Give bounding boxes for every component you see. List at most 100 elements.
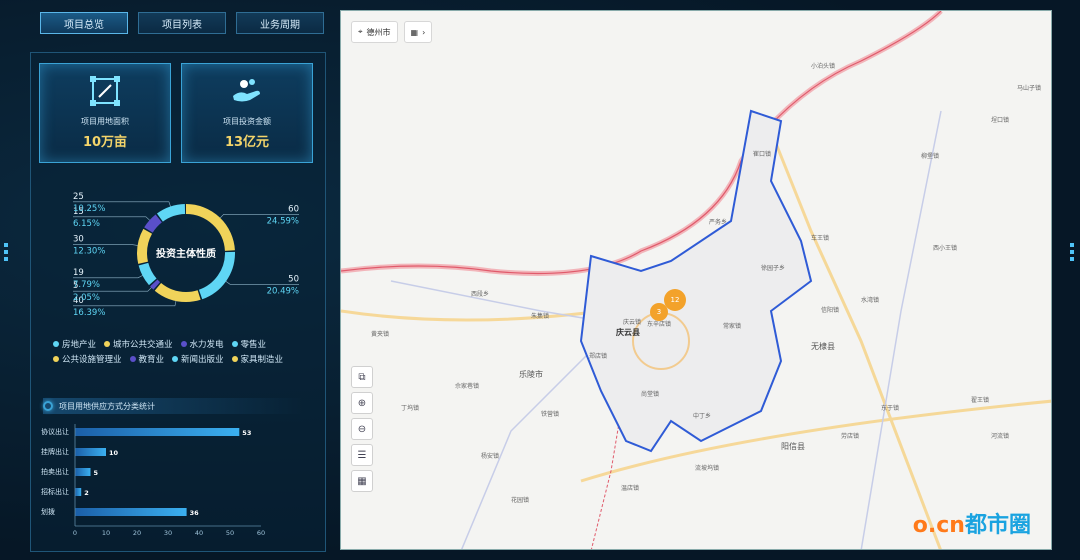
legend-item[interactable]: 城市公共交通业 [104, 338, 173, 350]
bar-value-label: 10 [109, 449, 119, 457]
grid-menu-button[interactable]: ▦ › [403, 21, 433, 43]
legend-item[interactable]: 房地产业 [53, 338, 96, 350]
legend-item[interactable]: 公共设施管理业 [53, 353, 122, 365]
bar-section-title: 项目用地供应方式分类统计 [43, 398, 303, 414]
donut-percent-label: 2.05% [73, 293, 100, 303]
legend-label: 新闻出版业 [181, 355, 224, 365]
tab-business-cycle[interactable]: 业务周期 [236, 12, 324, 34]
legend-label: 房地产业 [62, 340, 97, 350]
right-edge-decoration [1070, 240, 1076, 264]
donut-percent-label: 20.49% [267, 286, 299, 296]
grid-view-button[interactable]: ▦ [351, 470, 373, 492]
legend-dot-icon [172, 356, 179, 362]
list-button[interactable]: ☰ [351, 444, 373, 466]
bar[interactable] [75, 508, 187, 516]
bar[interactable] [75, 448, 106, 456]
bar-value-label: 36 [190, 509, 200, 517]
bar-value-label: 5 [94, 469, 99, 477]
legend-label: 家具制造业 [240, 355, 284, 365]
donut-value-label: 25 [73, 192, 84, 202]
bar-category-label: 协议出让 [41, 427, 69, 436]
map-cluster-marker[interactable]: 3 [650, 303, 668, 321]
map-place-label: 尚堂镇 [641, 391, 660, 398]
tab-project-overview[interactable]: 项目总览 [40, 12, 128, 34]
top-tabs: 项目总览 项目列表 业务周期 [40, 12, 324, 34]
donut-value-label: 50 [288, 274, 299, 284]
map-layer-button[interactable]: ⧉ [351, 366, 373, 388]
brand-logo-part1: o.cn [912, 513, 965, 538]
stat-card-investment: 项目投资金额 13亿元 [181, 63, 313, 163]
legend-dot-icon [53, 341, 59, 347]
bar[interactable] [75, 428, 240, 436]
donut-center-title: 投资主体性质 [156, 247, 216, 260]
map-place-label: 中丁乡 [693, 413, 712, 420]
left-edge-decoration [4, 240, 10, 264]
map-place-label: 信阳镇 [821, 307, 840, 314]
zoom-in-button[interactable]: ⊕ [351, 392, 373, 414]
stat-value: 13亿元 [224, 135, 270, 150]
bar-category-label: 拍卖出让 [41, 467, 69, 476]
donut-percent-label: 12.30% [73, 247, 105, 257]
zoom-out-button[interactable]: ⊖ [351, 418, 373, 440]
bar[interactable] [75, 488, 82, 496]
map-place-label: 埕口镇 [991, 117, 1010, 124]
city-selector-label: 德州市 [366, 27, 391, 37]
stat-card-land-area: 项目用地面积 10万亩 [39, 63, 171, 163]
investment-icon [233, 79, 260, 102]
legend-item[interactable]: 零售业 [231, 338, 267, 350]
donut-value-label: 30 [73, 235, 84, 245]
bar-x-tick-label: 50 [226, 529, 234, 537]
bar-section-title-text: 项目用地供应方式分类统计 [59, 401, 155, 411]
map-place-label: 佘家巷镇 [455, 383, 480, 390]
legend-dot-icon [129, 356, 136, 362]
land-area-icon [90, 76, 120, 106]
tab-project-list[interactable]: 项目列表 [138, 12, 226, 34]
bar-svg: 协议出让 53 挂牌出让 10 拍卖出让 5 招标出让 2 划拨 36 0 10 20 30 40 50 60 [41, 424, 265, 537]
map-view[interactable]: 庆云县 崔口镇 严务乡 徐园子乡 东辛店镇 常家镇 庆云镇 尚堂镇 中丁乡 无棣县 乐陵市 阳信县西… [340, 10, 1052, 550]
map-place-label: 小泊头镇 [811, 63, 836, 70]
legend-dot-icon [53, 356, 59, 362]
map-place-label: 马山子镇 [1017, 85, 1042, 92]
map-place-label: 无棣县 [811, 342, 835, 351]
bar[interactable] [75, 468, 91, 476]
map-toolbar: ⌖ 德州市 ▦ › [351, 21, 433, 43]
map-place-label: 阳信县 [781, 442, 805, 451]
donut-percent-label: 6.15% [73, 219, 100, 229]
left-panel: 项目用地面积 10万亩 项目投资金额 13亿元 投资主体性质 60 24.59% 5… [30, 52, 326, 552]
map-place-label: 车王镇 [811, 235, 830, 242]
map-place-label: 常家镇 [723, 323, 742, 330]
legend-dot-icon [104, 341, 111, 347]
legend-label: 零售业 [240, 340, 267, 350]
legend-item[interactable]: 新闻出版业 [172, 353, 224, 365]
map-place-label: 西小王镇 [933, 245, 958, 252]
donut-value-label: 60 [288, 204, 299, 214]
list-icon: ☰ [357, 449, 367, 461]
map-place-label: 西段乡 [471, 291, 490, 298]
legend-label: 水力发电 [189, 340, 224, 350]
zoom-out-icon: ⊖ [357, 423, 367, 435]
legend-label: 城市公共交通业 [113, 340, 173, 350]
map-place-label: 崔口镇 [753, 151, 772, 158]
bar-x-tick-label: 40 [195, 529, 203, 537]
legend-item[interactable]: 家具制造业 [231, 353, 284, 365]
map-place-label: 东于镇 [881, 405, 900, 412]
county-label: 庆云县 [616, 328, 640, 337]
layers-icon: ⧉ [358, 371, 366, 383]
dashboard-frame: 项目总览 项目列表 业务周期 项目用地面积 10万亩 项目投资金额 13亿元 投… [0, 0, 1080, 560]
location-pin-icon: ⌖ [358, 27, 363, 36]
stat-label: 项目投资金额 [223, 117, 271, 126]
map-controls: ⧉ ⊕ ⊖ ☰ ▦ [351, 366, 373, 492]
map-place-label: 温店镇 [621, 485, 640, 492]
zoom-in-icon: ⊕ [357, 397, 367, 409]
legend-dot-icon [231, 356, 238, 362]
donut-value-label: 19 [73, 268, 84, 278]
grid-icon: ▦ [410, 27, 419, 37]
legend-item[interactable]: 教育业 [129, 353, 164, 365]
chevron-right-icon: › [422, 27, 426, 37]
legend-item[interactable]: 水力发电 [180, 338, 224, 350]
stat-value: 10万亩 [82, 135, 128, 150]
legend-label: 公共设施管理业 [62, 355, 122, 365]
map-place-label: 黄夹镇 [371, 331, 390, 338]
city-selector-button[interactable]: ⌖ 德州市 [351, 21, 398, 43]
map-place-label: 乐陵市 [519, 370, 543, 379]
